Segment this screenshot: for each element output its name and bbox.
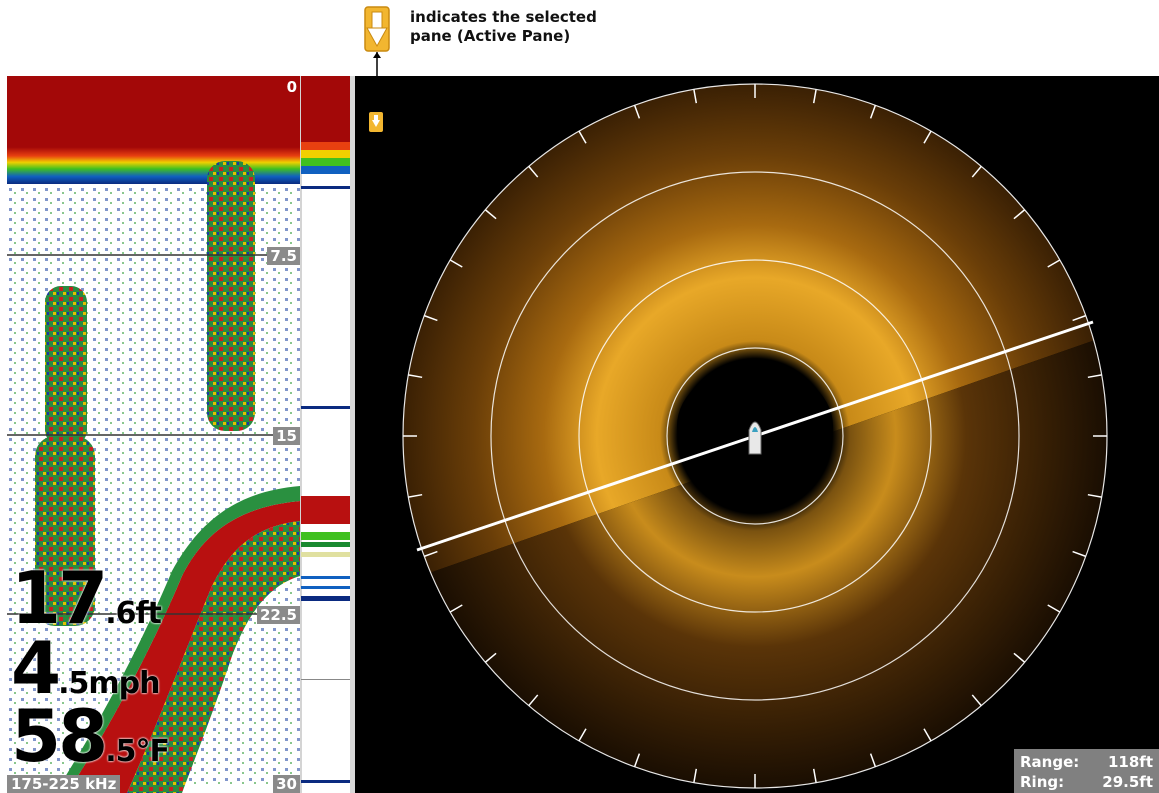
- frequency-label: 175-225 kHz: [7, 775, 121, 793]
- boat-icon: [748, 421, 762, 455]
- range-label: Range:: [1020, 753, 1080, 771]
- depth-scale-22-5: 22.5: [256, 606, 300, 624]
- sonar-2d-pane[interactable]: 0 7.5 15 22.5 30 17.6ft 4.5mph 58.5°F 17…: [7, 76, 350, 793]
- speed-readout: 4.5mph: [11, 632, 160, 704]
- ring-label: Ring:: [1020, 773, 1065, 791]
- temperature-whole: 58: [11, 694, 108, 778]
- imaging-360-view: [402, 83, 1108, 789]
- temperature-fraction: .5°F: [105, 734, 170, 769]
- temperature-readout: 58.5°F: [11, 700, 170, 772]
- ring-value: 29.5ft: [1102, 773, 1153, 791]
- depth-scale-30: 30: [273, 775, 300, 793]
- imaging-360-pane[interactable]: Range: 118ft Ring: 29.5ft: [355, 76, 1159, 793]
- depth-scale-0: 0: [286, 78, 297, 96]
- range-info-box: Range: 118ft Ring: 29.5ft: [1014, 749, 1159, 793]
- annotation-callout: indicates the selected pane (Active Pane…: [0, 0, 1159, 110]
- depth-scale-7-5: 7.5: [267, 247, 300, 265]
- ring-row: Ring: 29.5ft: [1020, 772, 1153, 792]
- depth-readout: 17.6ft: [11, 562, 162, 634]
- range-value: 118ft: [1107, 753, 1153, 771]
- depth-fraction: .6ft: [105, 596, 162, 631]
- active-pane-indicator-icon: [369, 112, 383, 132]
- depth-scale-15: 15: [273, 427, 300, 445]
- range-row: Range: 118ft: [1020, 752, 1153, 772]
